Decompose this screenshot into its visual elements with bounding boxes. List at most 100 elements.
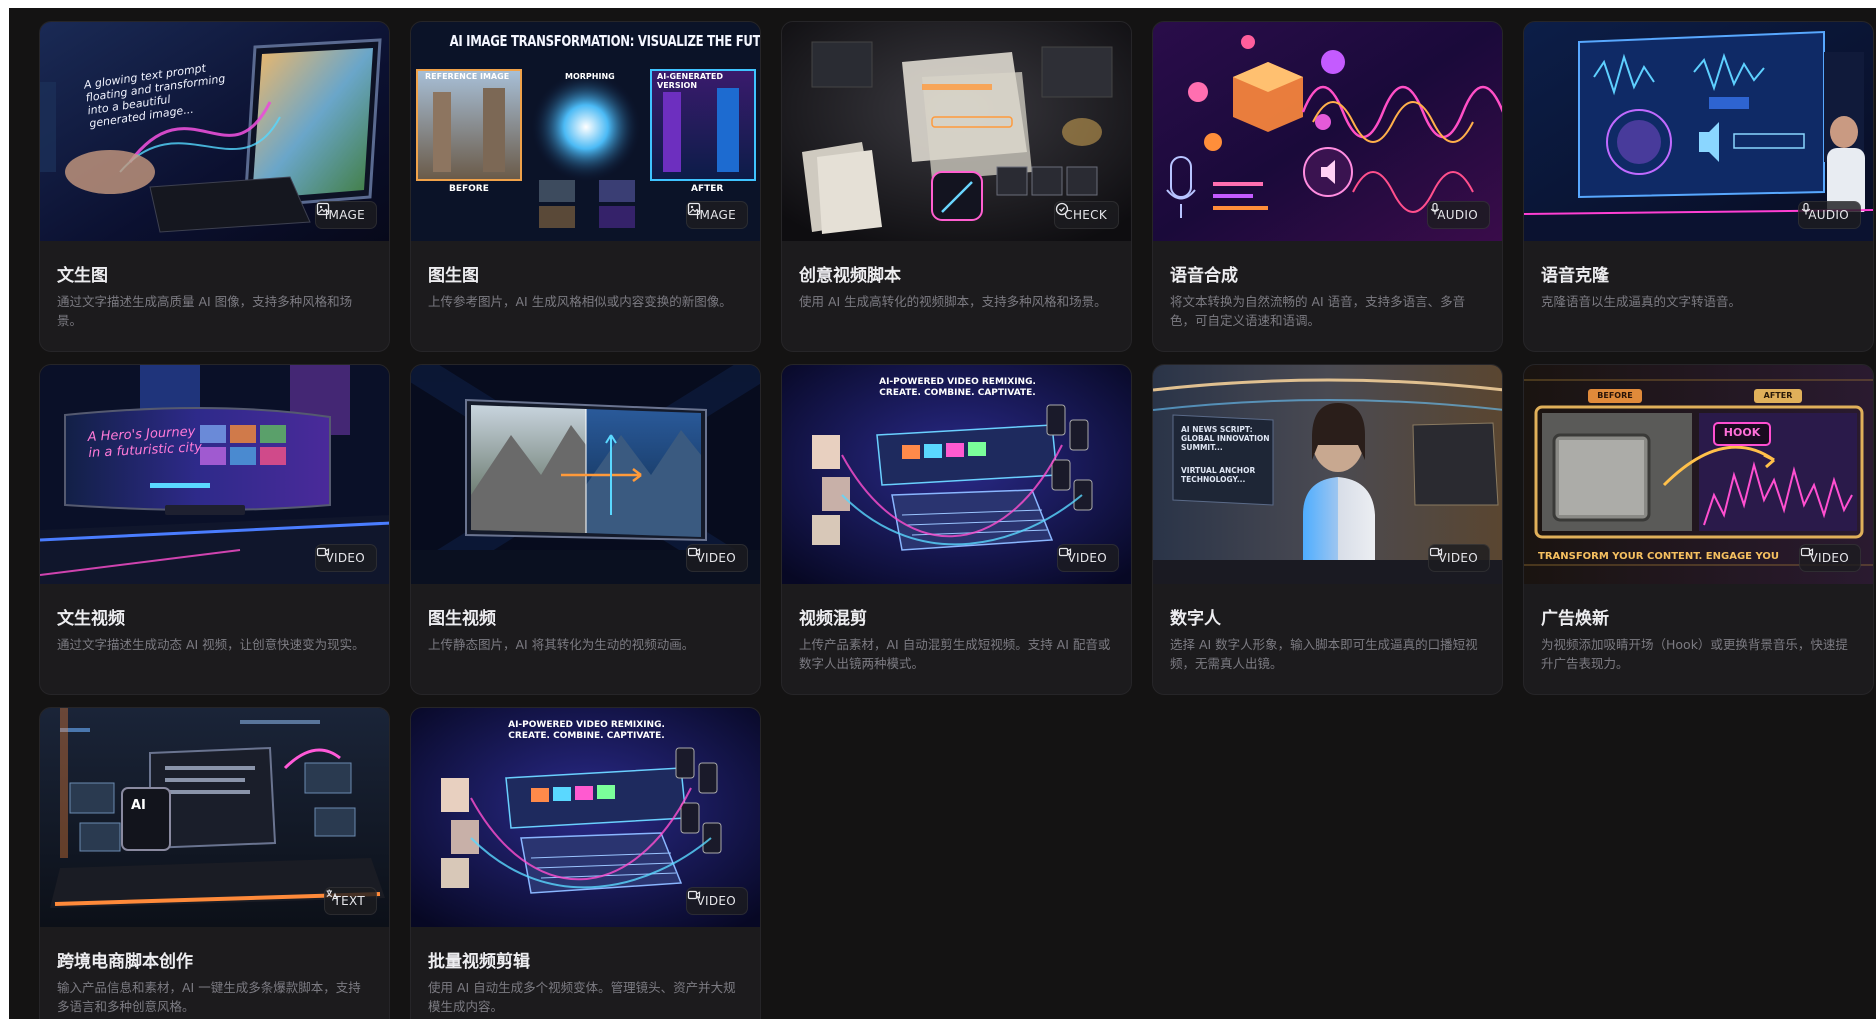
tool-grid: A glowing text prompt floating and trans…: [39, 21, 1874, 1019]
card-description: 通过文字描述生成动态 AI 视频，让创意快速变为现实。: [57, 637, 365, 652]
tool-card-text-to-image[interactable]: A glowing text prompt floating and trans…: [39, 21, 390, 352]
card-title: 图生图: [428, 266, 479, 286]
card-description: 克隆语音以生成逼真的文字转语音。: [1541, 294, 1742, 309]
video-icon: [1059, 547, 1072, 557]
card-title: 语音合成: [1170, 266, 1238, 286]
type-badge: VIDEO: [686, 544, 748, 572]
overlay-text: CREATE. COMBINE. CAPTIVATE.: [879, 388, 1036, 398]
mic-icon: [1431, 202, 1440, 215]
overlay-text: AI-POWERED VIDEO REMIXING.: [508, 720, 665, 730]
page-frame: A glowing text prompt floating and trans…: [9, 8, 1876, 1019]
card-thumbnail: VIDEO: [411, 365, 760, 584]
card-description: 使用 AI 自动生成多个视频变体。管理镜头、资产并大规模生成内容。: [428, 980, 736, 1014]
card-title: 文生图: [57, 266, 108, 286]
type-badge: VIDEO: [1428, 544, 1490, 572]
badge-label: VIDEO: [1809, 551, 1849, 565]
card-thumbnail: AI NEWS SCRIPT: GLOBAL INNOVATION SUMMIT…: [1153, 365, 1502, 584]
tool-card-text-to-video[interactable]: A Hero's Journey in a futuristic city VI…: [39, 364, 390, 695]
overlay-text: BEFORE: [449, 184, 489, 194]
tool-card-batch-video-edit[interactable]: AI-POWERED VIDEO REMIXING. CREATE. COMBI…: [410, 707, 761, 1019]
type-badge: TEXT: [323, 887, 377, 915]
card-thumbnail: AI IMAGE TRANSFORMATION: VISUALIZE THE F…: [411, 22, 760, 241]
type-badge: VIDEO: [1057, 544, 1119, 572]
tool-card-image-to-video[interactable]: VIDEO 图生视频 上传静态图片，AI 将其转化为生动的视频动画。: [410, 364, 761, 695]
card-description: 上传产品素材，AI 自动混剪生成短视频。支持 AI 配音或数字人出镜两种模式。: [799, 637, 1111, 671]
card-description: 将文本转换为自然流畅的 AI 语音，支持多语言、多音色，可自定义语速和语调。: [1170, 294, 1466, 328]
type-badge: AUDIO: [1798, 201, 1861, 229]
overlay-text: HOOK: [1723, 426, 1761, 439]
translate-icon: [326, 889, 338, 901]
tool-card-image-to-image[interactable]: AI IMAGE TRANSFORMATION: VISUALIZE THE F…: [410, 21, 761, 352]
overlay-text: AI-GENERATED VERSION: [657, 72, 723, 90]
card-thumbnail: AI-POWERED VIDEO REMIXING. CREATE. COMBI…: [411, 708, 760, 927]
overlay-text: AI NEWS SCRIPT:: [1181, 425, 1253, 434]
card-thumbnail: CHECK: [782, 22, 1131, 241]
type-badge: IMAGE: [314, 201, 377, 229]
video-icon: [1801, 547, 1814, 557]
video-icon: [688, 890, 701, 900]
tool-card-ecommerce-script[interactable]: AI TEXT 跨境电商脚本创作 输入产品信息和素材，AI 一键生成多条爆款脚本…: [39, 707, 390, 1019]
card-title: 跨境电商脚本创作: [57, 952, 193, 972]
overlay-text: AI-POWERED VIDEO REMIXING.: [879, 377, 1036, 387]
tool-card-speech-synthesis[interactable]: AUDIO 语音合成 将文本转换为自然流畅的 AI 语音，支持多语言、多音色，可…: [1152, 21, 1503, 352]
card-thumbnail: AI TEXT: [40, 708, 389, 927]
overlay-text: CREATE. COMBINE. CAPTIVATE.: [508, 731, 665, 741]
card-title: 语音克隆: [1541, 266, 1609, 286]
image-icon: [687, 202, 700, 216]
overlay-text: SUMMIT...: [1181, 443, 1223, 452]
badge-label: AUDIO: [1808, 208, 1849, 222]
video-icon: [688, 547, 701, 557]
badge-label: VIDEO: [325, 551, 365, 565]
badge-label: AUDIO: [1437, 208, 1478, 222]
card-title: 视频混剪: [799, 609, 867, 629]
card-description: 选择 AI 数字人形象，输入脚本即可生成逼真的口播短视频，无需真人出镜。: [1170, 637, 1478, 671]
card-description: 为视频添加吸睛开场（Hook）或更换背景音乐，快速提升广告表现力。: [1541, 637, 1848, 671]
card-thumbnail: A Hero's Journey in a futuristic city VI…: [40, 365, 389, 584]
overlay-text: AI: [131, 798, 146, 813]
overlay-text: BEFORE: [1597, 391, 1633, 400]
card-thumbnail: AI-POWERED VIDEO REMIXING. CREATE. COMBI…: [782, 365, 1131, 584]
check-icon: [1056, 202, 1069, 216]
tool-card-voice-clone[interactable]: AUDIO 语音克隆 克隆语音以生成逼真的文字转语音。: [1523, 21, 1874, 352]
card-title: 创意视频脚本: [799, 266, 901, 286]
overlay-text: REFERENCE IMAGE: [425, 72, 510, 81]
overlay-text: VIRTUAL ANCHOR: [1181, 466, 1256, 475]
badge-label: VIDEO: [1438, 551, 1478, 565]
card-description: 输入产品信息和素材，AI 一键生成多条爆款脚本，支持多语言和多种创意风格。: [57, 980, 361, 1014]
tool-card-video-script[interactable]: CHECK 创意视频脚本 使用 AI 生成高转化的视频脚本，支持多种风格和场景。: [781, 21, 1132, 352]
badge-label: VIDEO: [1067, 551, 1107, 565]
type-badge: AUDIO: [1427, 201, 1490, 229]
mic-icon: [1802, 202, 1811, 215]
card-title: 图生视频: [428, 609, 496, 629]
tool-card-ad-refresh[interactable]: BEFORE AFTER HOOK TRANSFORM YOUR CONTENT…: [1523, 364, 1874, 695]
card-thumbnail: BEFORE AFTER HOOK TRANSFORM YOUR CONTENT…: [1524, 365, 1873, 584]
tool-card-digital-human[interactable]: AI NEWS SCRIPT: GLOBAL INNOVATION SUMMIT…: [1152, 364, 1503, 695]
overlay-text: AFTER: [1763, 391, 1793, 400]
video-icon: [1430, 547, 1443, 557]
card-description: 上传参考图片，AI 生成风格相似或内容变换的新图像。: [428, 294, 732, 309]
video-icon: [317, 547, 330, 557]
badge-label: IMAGE: [324, 208, 365, 222]
card-title: 文生视频: [57, 609, 125, 629]
badge-label: VIDEO: [696, 894, 736, 908]
badge-label: CHECK: [1064, 208, 1107, 222]
card-thumbnail: A glowing text prompt floating and trans…: [40, 22, 389, 241]
type-badge: CHECK: [1054, 201, 1119, 229]
card-thumbnail: AUDIO: [1524, 22, 1873, 241]
card-title: 批量视频剪辑: [428, 952, 530, 972]
overlay-text: AFTER: [691, 184, 724, 194]
card-title: 数字人: [1170, 609, 1221, 629]
tool-card-video-remix[interactable]: AI-POWERED VIDEO REMIXING. CREATE. COMBI…: [781, 364, 1132, 695]
badge-label: VIDEO: [696, 551, 736, 565]
type-badge: VIDEO: [315, 544, 377, 572]
image-icon: [316, 202, 329, 216]
badge-label: IMAGE: [695, 208, 736, 222]
card-thumbnail: AUDIO: [1153, 22, 1502, 241]
overlay-headline: AI IMAGE TRANSFORMATION: VISUALIZE THE F…: [449, 32, 760, 50]
overlay-text: MORPHING: [565, 72, 615, 81]
card-title: 广告焕新: [1541, 609, 1609, 629]
overlay-text: GLOBAL INNOVATION: [1181, 434, 1270, 443]
card-description: 使用 AI 生成高转化的视频脚本，支持多种风格和场景。: [799, 294, 1107, 309]
card-description: 上传静态图片，AI 将其转化为生动的视频动画。: [428, 637, 695, 652]
type-badge: VIDEO: [686, 887, 748, 915]
